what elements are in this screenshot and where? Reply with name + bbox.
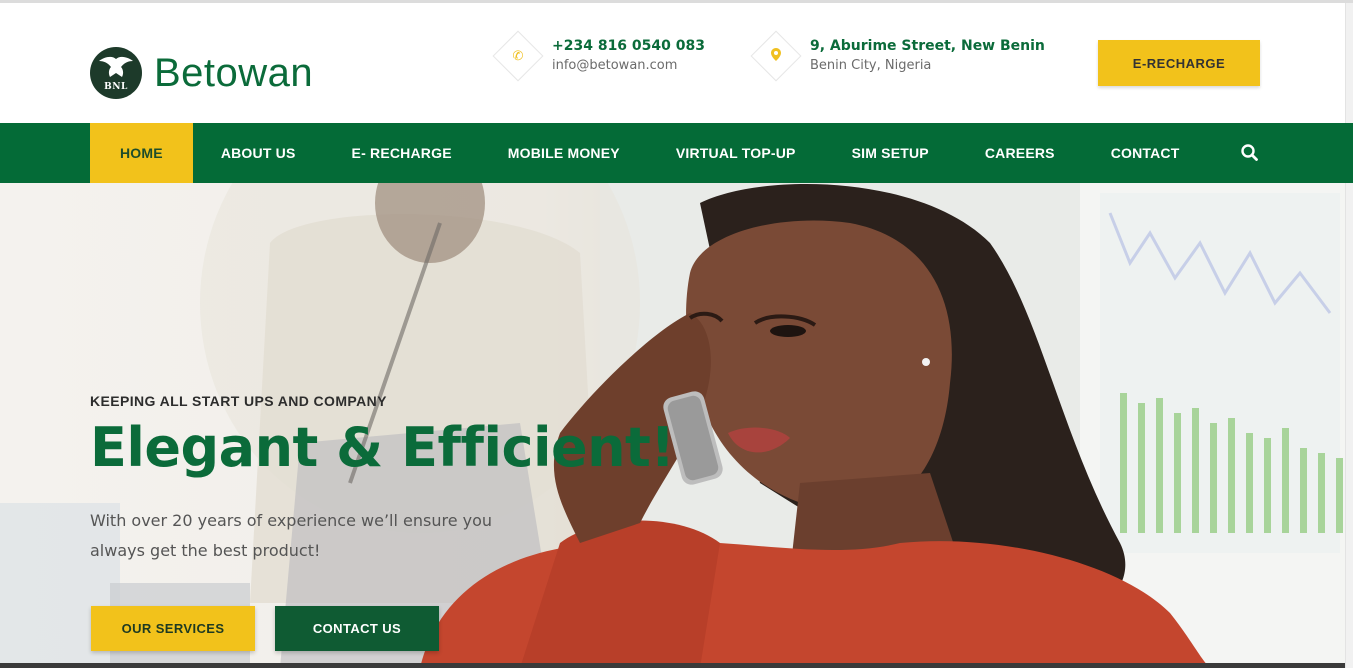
nav-item-careers[interactable]: CAREERS [957,123,1083,183]
address-line-1: 9, Aburime Street, New Benin [810,38,1045,54]
logo[interactable]: BNL Betowan [90,47,313,99]
nav-item-sim-setup[interactable]: SIM SETUP [824,123,957,183]
logo-abbreviation: BNL [104,82,128,92]
hero-description: With over 20 years of experience we’ll e… [90,511,493,560]
nav-menu: HOME ABOUT US E- RECHARGE MOBILE MONEY V… [90,123,1208,183]
hero-subtitle: KEEPING ALL START UPS AND COMPANY [90,393,387,409]
logo-emblem: BNL [90,47,142,99]
contact-phone-block: ✆ +234 816 0540 083 info@betowan.com [492,30,705,82]
main-nav: HOME ABOUT US E- RECHARGE MOBILE MONEY V… [0,123,1353,183]
our-services-button[interactable]: OUR SERVICES [91,606,255,651]
contact-address-block: 9, Aburime Street, New Benin Benin City,… [750,30,1045,82]
phone-icon: ✆ [512,48,524,64]
contact-us-button[interactable]: CONTACT US [275,606,439,651]
brand-name: Betowan [154,51,314,95]
email-address[interactable]: info@betowan.com [552,56,705,76]
scrollbar[interactable] [1345,3,1353,668]
nav-item-home[interactable]: HOME [90,123,193,183]
address-line-2: Benin City, Nigeria [810,58,932,73]
bottom-edge [0,663,1345,668]
nav-item-about-us[interactable]: ABOUT US [193,123,324,183]
map-pin-icon [771,48,781,64]
search-icon[interactable] [1238,141,1262,165]
phone-icon-badge: ✆ [492,30,544,82]
phone-number[interactable]: +234 816 0540 083 [552,36,705,56]
site-header: BNL Betowan ✆ +234 816 0540 083 info@bet… [0,3,1345,123]
e-recharge-button[interactable]: E-RECHARGE [1098,40,1260,86]
nav-item-virtual-top-up[interactable]: VIRTUAL TOP-UP [648,123,824,183]
nav-item-mobile-money[interactable]: MOBILE MONEY [480,123,648,183]
location-icon-badge [750,30,802,82]
hero-banner: KEEPING ALL START UPS AND COMPANY Elegan… [0,183,1345,668]
nav-item-e-recharge[interactable]: E- RECHARGE [324,123,480,183]
nav-item-contact[interactable]: CONTACT [1083,123,1208,183]
hero-title: Elegant & Efficient! [90,416,675,479]
eagle-icon [99,56,133,77]
